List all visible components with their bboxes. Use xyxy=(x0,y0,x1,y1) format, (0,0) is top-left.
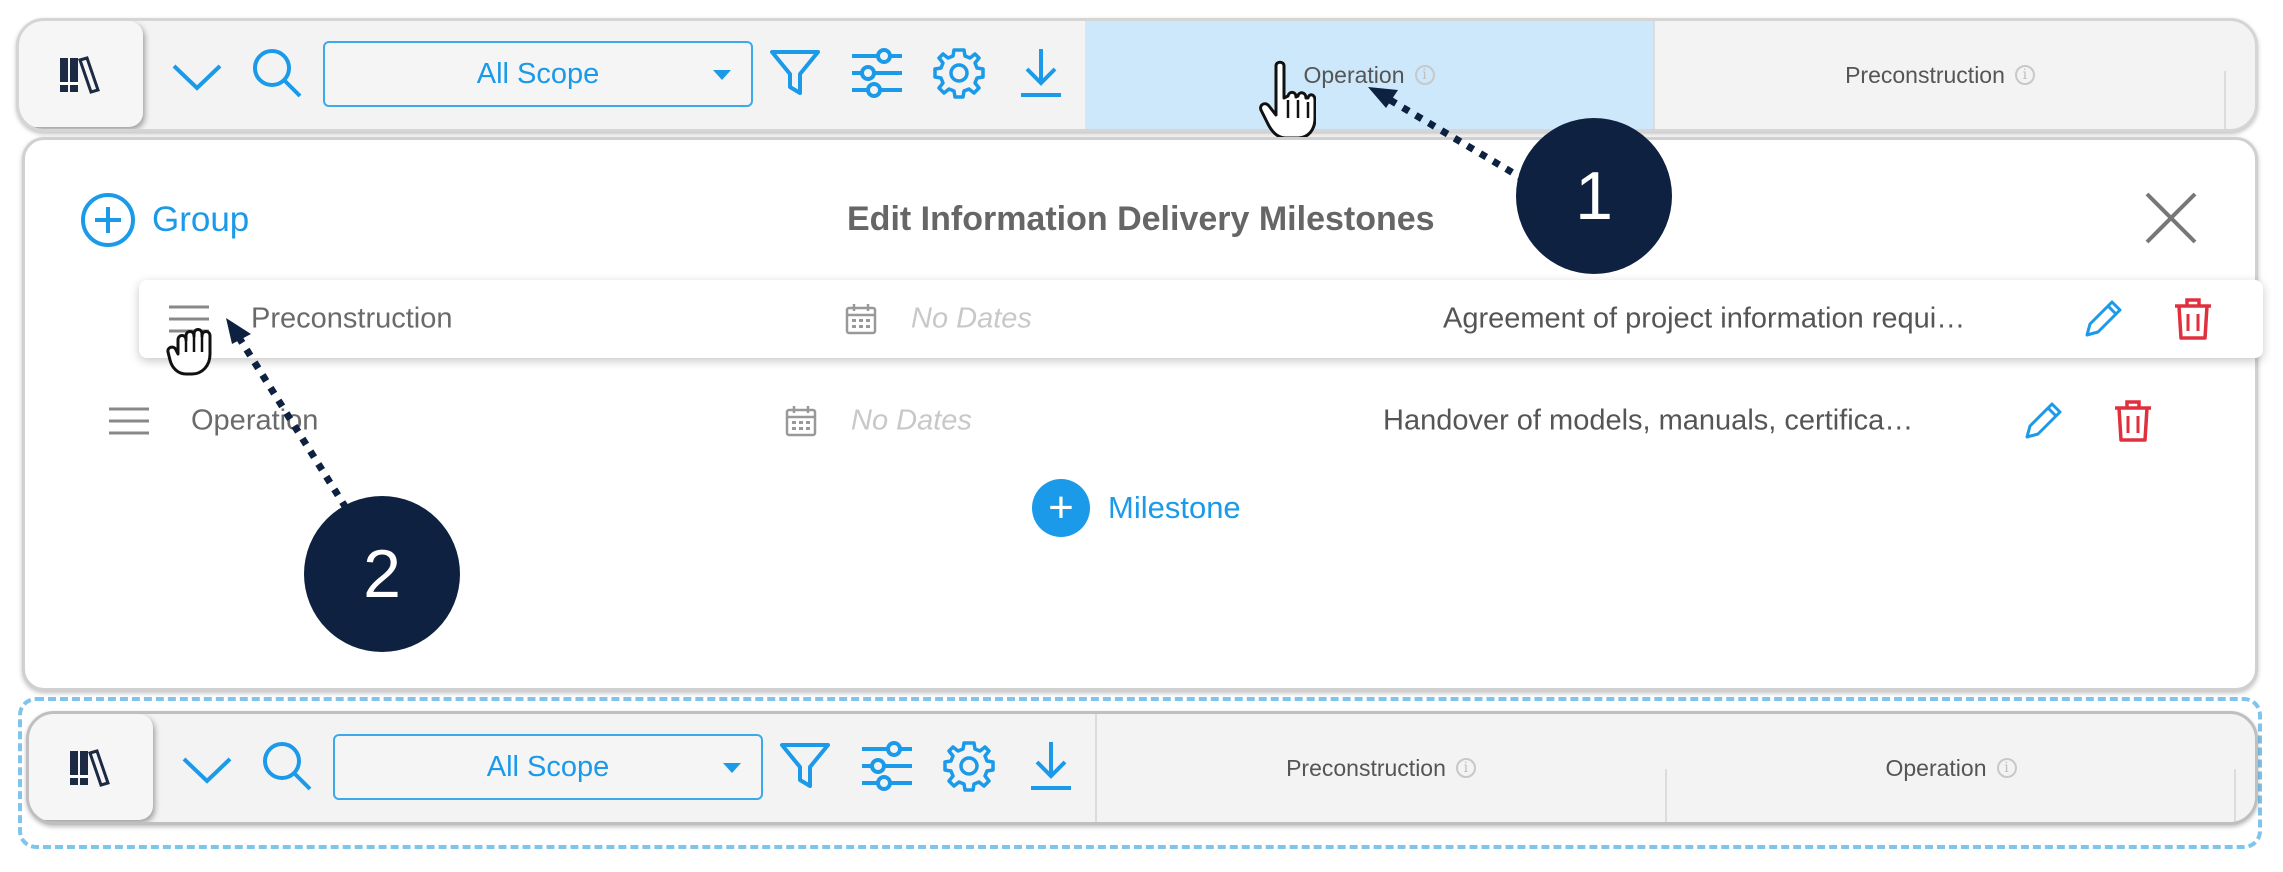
filter-icon[interactable] xyxy=(777,738,833,794)
column-header-label: Preconstruction xyxy=(1286,754,1446,781)
info-icon[interactable]: i xyxy=(1996,758,2017,778)
scope-select-value: All Scope xyxy=(486,750,610,783)
callout-1-arrow xyxy=(1383,93,1527,184)
callout-1: 1 xyxy=(1516,118,1672,274)
column-header-preconstruction[interactable]: Preconstruction i xyxy=(1097,714,1665,822)
download-icon[interactable] xyxy=(1023,738,1079,794)
callout-2: 2 xyxy=(304,496,460,652)
column-header-operation[interactable]: Operation i xyxy=(1667,714,2235,822)
info-icon[interactable]: i xyxy=(1455,758,1476,778)
callout-2-arrow xyxy=(235,334,349,510)
caret-down-icon xyxy=(723,763,741,773)
search-icon[interactable] xyxy=(259,738,315,794)
library-icon xyxy=(70,749,110,787)
callout-2-arrowhead xyxy=(226,318,251,344)
chevron-down-icon[interactable] xyxy=(179,742,235,798)
gear-icon[interactable] xyxy=(941,738,997,794)
library-button[interactable] xyxy=(29,714,153,820)
sliders-icon[interactable] xyxy=(859,738,915,794)
bottom-toolbar: All Scope Preconstruction i Operation i xyxy=(26,711,2258,825)
column-header-label: Operation xyxy=(1885,754,1987,781)
scope-select[interactable]: All Scope xyxy=(333,734,763,800)
